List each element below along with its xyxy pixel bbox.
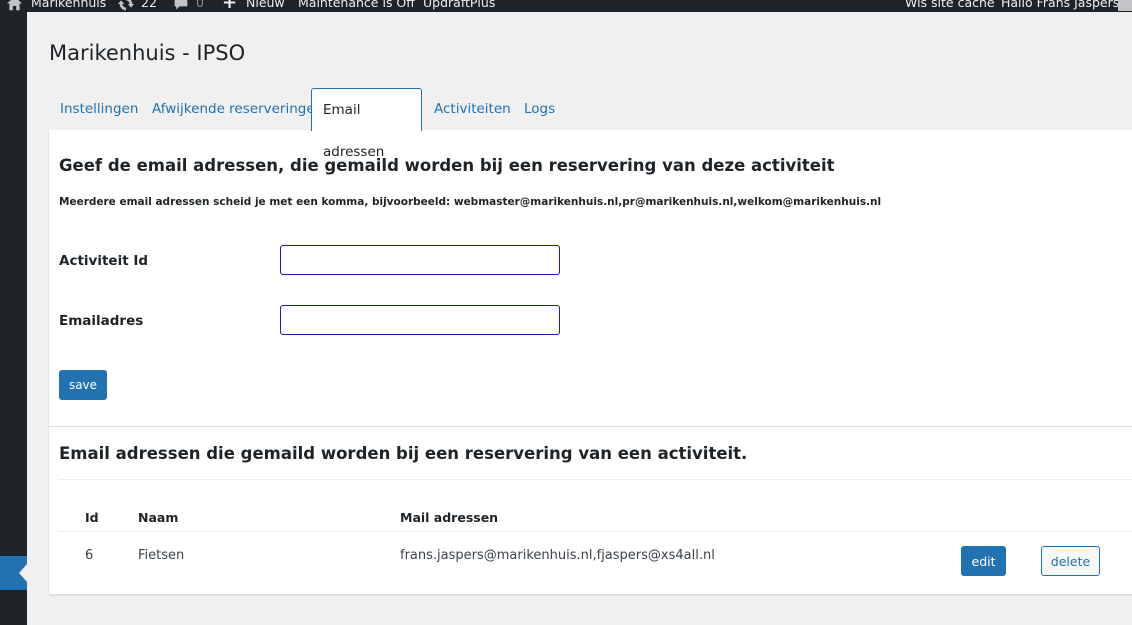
email-settings-panel: Geef de email adressen, die gemaild word… <box>49 130 1132 594</box>
updates-icon[interactable] <box>117 0 135 12</box>
updates-count[interactable]: 22 <box>141 0 157 12</box>
home-icon[interactable] <box>6 0 23 12</box>
tab-logs[interactable]: Logs <box>513 88 566 130</box>
row-naam-cell: Fietsen <box>138 548 185 563</box>
row-id-cell: 6 <box>85 548 94 563</box>
page-title: Marikenhuis - IPSO <box>49 41 246 65</box>
admin-bar: Marikenhuis 22 0 + Nieuw Maintenance is … <box>0 0 1132 12</box>
site-name-link[interactable]: Marikenhuis <box>31 0 106 12</box>
divider <box>49 426 1132 427</box>
comments-icon[interactable] <box>173 0 189 12</box>
collapse-arrow-icon <box>19 564 27 582</box>
save-button[interactable]: save <box>59 370 107 400</box>
column-header-id: Id <box>85 510 99 525</box>
delete-button[interactable]: delete <box>1041 546 1100 576</box>
updraftplus-link[interactable]: UpdraftPlus <box>423 0 495 12</box>
tab-instellingen[interactable]: Instellingen <box>49 88 149 130</box>
avatar-icon[interactable] <box>1118 0 1132 11</box>
form-hint: Meerdere email adressen scheid je met ee… <box>59 196 882 208</box>
table-row-separator <box>58 531 1132 532</box>
plus-icon[interactable]: + <box>222 0 237 12</box>
tab-email-adressen[interactable]: Email adressen <box>311 88 422 160</box>
tab-activiteiten[interactable]: Activiteiten <box>423 88 522 130</box>
tab-afwijkende-reserveringen[interactable]: Afwijkende reserveringen <box>141 88 334 130</box>
admin-side-menu <box>0 12 27 625</box>
column-header-naam: Naam <box>138 510 179 525</box>
email-table: Id Naam Mail adressen 6 Fietsen frans.ja… <box>58 479 1132 576</box>
edit-button[interactable]: edit <box>961 546 1006 576</box>
email-label: Emailadres <box>59 313 144 329</box>
maintenance-status-link[interactable]: Maintenance is Off <box>298 0 415 12</box>
row-mail-cell: frans.jaspers@marikenhuis.nl,fjaspers@xs… <box>400 548 715 563</box>
form-heading: Geef de email adressen, die gemaild word… <box>59 156 835 175</box>
activity-id-label: Activiteit Id <box>59 253 149 269</box>
new-content-link[interactable]: Nieuw <box>246 0 285 12</box>
comments-count[interactable]: 0 <box>196 0 204 12</box>
clear-cache-link[interactable]: Wis site cache <box>905 0 995 12</box>
column-header-mail: Mail adressen <box>400 510 499 525</box>
email-input[interactable] <box>280 305 560 335</box>
activity-id-input[interactable] <box>280 245 560 275</box>
user-greeting[interactable]: Hallo Frans Jaspers <box>1001 0 1119 12</box>
list-heading: Email adressen die gemaild worden bij ee… <box>59 444 748 463</box>
